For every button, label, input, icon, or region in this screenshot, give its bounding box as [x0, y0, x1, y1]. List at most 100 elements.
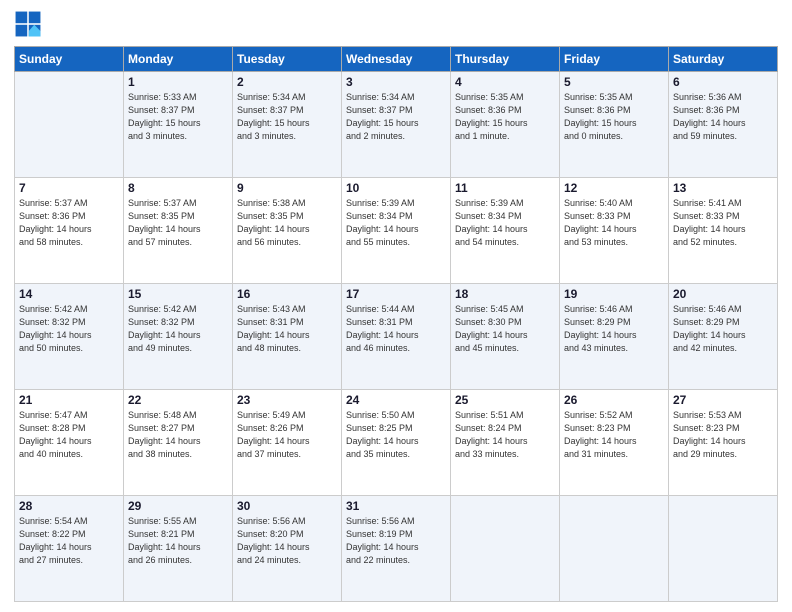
day-number: 8: [128, 181, 228, 195]
day-info: Sunrise: 5:38 AMSunset: 8:35 PMDaylight:…: [237, 197, 337, 249]
calendar-cell: 22 Sunrise: 5:48 AMSunset: 8:27 PMDayligh…: [124, 390, 233, 496]
calendar-cell: 28 Sunrise: 5:54 AMSunset: 8:22 PMDayligh…: [15, 496, 124, 602]
calendar-cell: 26 Sunrise: 5:52 AMSunset: 8:23 PMDayligh…: [560, 390, 669, 496]
logo-icon: [14, 10, 42, 38]
day-number: 24: [346, 393, 446, 407]
calendar-cell: 17 Sunrise: 5:44 AMSunset: 8:31 PMDayligh…: [342, 284, 451, 390]
day-number: 20: [673, 287, 773, 301]
day-info: Sunrise: 5:39 AMSunset: 8:34 PMDaylight:…: [346, 197, 446, 249]
weekday-saturday: Saturday: [669, 47, 778, 72]
calendar-cell: 3 Sunrise: 5:34 AMSunset: 8:37 PMDaylight…: [342, 72, 451, 178]
day-info: Sunrise: 5:37 AMSunset: 8:36 PMDaylight:…: [19, 197, 119, 249]
weekday-friday: Friday: [560, 47, 669, 72]
day-info: Sunrise: 5:56 AMSunset: 8:19 PMDaylight:…: [346, 515, 446, 567]
calendar-cell: 10Sunrise: 5:39 AMSunset: 8:34 PMDayligh…: [342, 178, 451, 284]
calendar-cell: 11Sunrise: 5:39 AMSunset: 8:34 PMDayligh…: [451, 178, 560, 284]
calendar-cell: 20 Sunrise: 5:46 AMSunset: 8:29 PMDayligh…: [669, 284, 778, 390]
calendar-cell: 8 Sunrise: 5:37 AMSunset: 8:35 PMDaylight…: [124, 178, 233, 284]
day-number: 13: [673, 181, 773, 195]
calendar-cell: [15, 72, 124, 178]
calendar-cell: 27 Sunrise: 5:53 AMSunset: 8:23 PMDayligh…: [669, 390, 778, 496]
calendar-week-row: 21Sunrise: 5:47 AMSunset: 8:28 PMDayligh…: [15, 390, 778, 496]
day-info: Sunrise: 5:44 AMSunset: 8:31 PMDaylight:…: [346, 303, 446, 355]
logo: [14, 10, 46, 38]
day-info: Sunrise: 5:39 AMSunset: 8:34 PMDaylight:…: [455, 197, 555, 249]
day-info: Sunrise: 5:43 AMSunset: 8:31 PMDaylight:…: [237, 303, 337, 355]
day-info: Sunrise: 5:34 AMSunset: 8:37 PMDaylight:…: [346, 91, 446, 143]
day-info: Sunrise: 5:33 AMSunset: 8:37 PMDaylight:…: [128, 91, 228, 143]
day-info: Sunrise: 5:35 AMSunset: 8:36 PMDaylight:…: [455, 91, 555, 143]
day-number: 7: [19, 181, 119, 195]
calendar-week-row: 28 Sunrise: 5:54 AMSunset: 8:22 PMDayligh…: [15, 496, 778, 602]
day-number: 14: [19, 287, 119, 301]
day-info: Sunrise: 5:55 AMSunset: 8:21 PMDaylight:…: [128, 515, 228, 567]
day-number: 31: [346, 499, 446, 513]
day-info: Sunrise: 5:41 AMSunset: 8:33 PMDaylight:…: [673, 197, 773, 249]
calendar-cell: 29 Sunrise: 5:55 AMSunset: 8:21 PMDayligh…: [124, 496, 233, 602]
calendar-cell: 12Sunrise: 5:40 AMSunset: 8:33 PMDayligh…: [560, 178, 669, 284]
day-info: Sunrise: 5:48 AMSunset: 8:27 PMDaylight:…: [128, 409, 228, 461]
day-number: 28: [19, 499, 119, 513]
calendar-cell: 1 Sunrise: 5:33 AMSunset: 8:37 PMDaylight…: [124, 72, 233, 178]
day-number: 22: [128, 393, 228, 407]
day-info: Sunrise: 5:51 AMSunset: 8:24 PMDaylight:…: [455, 409, 555, 461]
calendar-cell: 6Sunrise: 5:36 AMSunset: 8:36 PMDaylight…: [669, 72, 778, 178]
calendar-cell: [669, 496, 778, 602]
calendar-cell: 24 Sunrise: 5:50 AMSunset: 8:25 PMDayligh…: [342, 390, 451, 496]
day-number: 17: [346, 287, 446, 301]
calendar-cell: 2 Sunrise: 5:34 AMSunset: 8:37 PMDaylight…: [233, 72, 342, 178]
day-number: 25: [455, 393, 555, 407]
day-info: Sunrise: 5:46 AMSunset: 8:29 PMDaylight:…: [564, 303, 664, 355]
weekday-sunday: Sunday: [15, 47, 124, 72]
day-number: 12: [564, 181, 664, 195]
weekday-tuesday: Tuesday: [233, 47, 342, 72]
calendar-cell: 18 Sunrise: 5:45 AMSunset: 8:30 PMDayligh…: [451, 284, 560, 390]
day-info: Sunrise: 5:53 AMSunset: 8:23 PMDaylight:…: [673, 409, 773, 461]
day-number: 23: [237, 393, 337, 407]
calendar-cell: 31 Sunrise: 5:56 AMSunset: 8:19 PMDayligh…: [342, 496, 451, 602]
day-info: Sunrise: 5:37 AMSunset: 8:35 PMDaylight:…: [128, 197, 228, 249]
day-info: Sunrise: 5:42 AMSunset: 8:32 PMDaylight:…: [19, 303, 119, 355]
calendar-cell: 25 Sunrise: 5:51 AMSunset: 8:24 PMDayligh…: [451, 390, 560, 496]
day-number: 26: [564, 393, 664, 407]
day-number: 27: [673, 393, 773, 407]
calendar-week-row: 14 Sunrise: 5:42 AMSunset: 8:32 PMDayligh…: [15, 284, 778, 390]
day-info: Sunrise: 5:52 AMSunset: 8:23 PMDaylight:…: [564, 409, 664, 461]
calendar-cell: 23 Sunrise: 5:49 AMSunset: 8:26 PMDayligh…: [233, 390, 342, 496]
calendar-cell: 15 Sunrise: 5:42 AMSunset: 8:32 PMDayligh…: [124, 284, 233, 390]
calendar-cell: [451, 496, 560, 602]
calendar-cell: 13 Sunrise: 5:41 AMSunset: 8:33 PMDayligh…: [669, 178, 778, 284]
day-number: 29: [128, 499, 228, 513]
day-number: 15: [128, 287, 228, 301]
day-number: 1: [128, 75, 228, 89]
day-number: 2: [237, 75, 337, 89]
page-header: [14, 10, 778, 38]
calendar-cell: 16 Sunrise: 5:43 AMSunset: 8:31 PMDayligh…: [233, 284, 342, 390]
calendar-cell: [560, 496, 669, 602]
weekday-header-row: SundayMondayTuesdayWednesdayThursdayFrid…: [15, 47, 778, 72]
day-info: Sunrise: 5:46 AMSunset: 8:29 PMDaylight:…: [673, 303, 773, 355]
day-info: Sunrise: 5:50 AMSunset: 8:25 PMDaylight:…: [346, 409, 446, 461]
day-info: Sunrise: 5:42 AMSunset: 8:32 PMDaylight:…: [128, 303, 228, 355]
day-info: Sunrise: 5:35 AMSunset: 8:36 PMDaylight:…: [564, 91, 664, 143]
day-number: 18: [455, 287, 555, 301]
day-number: 21: [19, 393, 119, 407]
day-info: Sunrise: 5:54 AMSunset: 8:22 PMDaylight:…: [19, 515, 119, 567]
day-number: 5: [564, 75, 664, 89]
weekday-wednesday: Wednesday: [342, 47, 451, 72]
day-number: 4: [455, 75, 555, 89]
day-info: Sunrise: 5:56 AMSunset: 8:20 PMDaylight:…: [237, 515, 337, 567]
day-info: Sunrise: 5:34 AMSunset: 8:37 PMDaylight:…: [237, 91, 337, 143]
calendar-cell: 19 Sunrise: 5:46 AMSunset: 8:29 PMDayligh…: [560, 284, 669, 390]
day-info: Sunrise: 5:49 AMSunset: 8:26 PMDaylight:…: [237, 409, 337, 461]
day-number: 3: [346, 75, 446, 89]
calendar-cell: 4 Sunrise: 5:35 AMSunset: 8:36 PMDaylight…: [451, 72, 560, 178]
day-number: 19: [564, 287, 664, 301]
day-number: 16: [237, 287, 337, 301]
calendar-cell: 30Sunrise: 5:56 AMSunset: 8:20 PMDayligh…: [233, 496, 342, 602]
day-info: Sunrise: 5:45 AMSunset: 8:30 PMDaylight:…: [455, 303, 555, 355]
calendar-cell: 9Sunrise: 5:38 AMSunset: 8:35 PMDaylight…: [233, 178, 342, 284]
calendar-cell: 21Sunrise: 5:47 AMSunset: 8:28 PMDayligh…: [15, 390, 124, 496]
calendar-week-row: 1 Sunrise: 5:33 AMSunset: 8:37 PMDaylight…: [15, 72, 778, 178]
calendar-cell: 5 Sunrise: 5:35 AMSunset: 8:36 PMDaylight…: [560, 72, 669, 178]
